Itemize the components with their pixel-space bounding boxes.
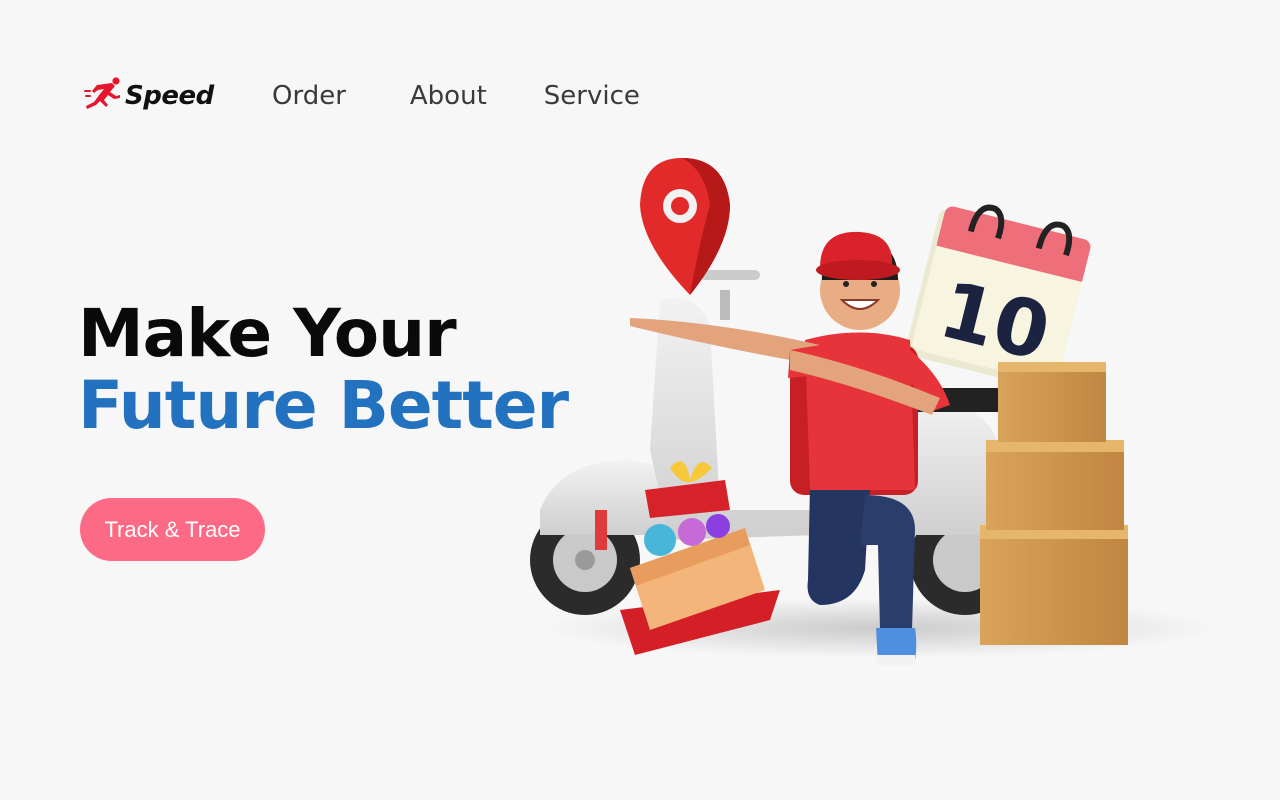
hero-title-line1: Make Your xyxy=(78,295,457,372)
delivery-illustration: 10 xyxy=(520,150,1230,680)
brand-logo[interactable]: Speed xyxy=(84,76,214,116)
running-man-icon xyxy=(84,76,122,116)
stacked-boxes-image xyxy=(980,362,1128,645)
hero-title-line2: Future Better xyxy=(78,367,569,444)
brand-name: Speed xyxy=(125,81,214,111)
hero-title: Make Your Future Better xyxy=(78,295,569,444)
track-trace-button[interactable]: Track & Trace xyxy=(80,498,265,561)
nav-item-service[interactable]: Service xyxy=(544,78,640,114)
nav-item-order[interactable]: Order xyxy=(272,78,346,114)
main-nav: Order About Service xyxy=(272,78,640,114)
nav-item-about[interactable]: About xyxy=(410,78,487,114)
